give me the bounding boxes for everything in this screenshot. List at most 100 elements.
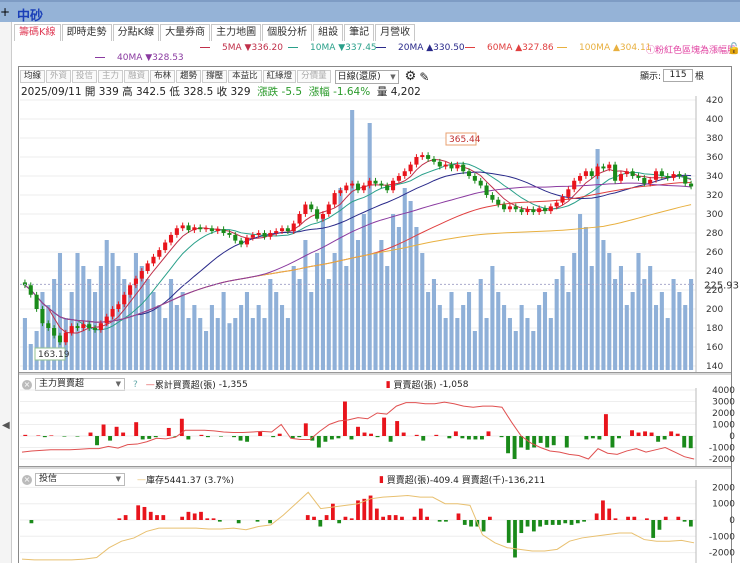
flow-bar	[551, 436, 556, 446]
value-tick: 1000	[712, 500, 735, 510]
candle-body	[583, 171, 588, 176]
flow-bar	[148, 511, 153, 520]
flow-bar	[161, 515, 166, 520]
candle-body	[116, 304, 121, 309]
volume-bar	[244, 292, 250, 370]
chart-canvas[interactable]: 1401601802002202402602803003203403603804…	[0, 0, 740, 563]
flow-bar	[342, 401, 347, 436]
flow-bar	[108, 436, 113, 441]
volume-bar	[81, 266, 86, 370]
flow-bar	[630, 430, 634, 436]
volume-bar	[531, 331, 536, 370]
volume-bar	[560, 266, 565, 370]
volume-bar	[420, 253, 425, 370]
flow-bar	[336, 436, 341, 439]
volume-bar	[291, 266, 296, 370]
flow-bar	[421, 436, 426, 441]
price-tick: 140	[706, 362, 723, 372]
volume-bar	[653, 305, 659, 370]
volume-bar	[209, 305, 214, 370]
flow-bar	[447, 436, 452, 439]
candle-body	[344, 185, 349, 191]
flow-bar	[199, 434, 204, 436]
candle-body	[163, 242, 168, 251]
flow-bar	[488, 516, 492, 520]
candle-body	[385, 185, 390, 191]
volume-bar	[75, 253, 80, 370]
volume-bar	[572, 253, 577, 370]
candle-body	[157, 250, 162, 257]
candle-body	[653, 171, 659, 180]
candle-body	[683, 176, 688, 184]
flow-bar	[147, 436, 152, 439]
candle-body	[572, 180, 577, 190]
value-tick: -2000	[709, 549, 735, 559]
volume-bar	[309, 292, 314, 370]
flow-bar	[519, 520, 524, 534]
flow-bar	[481, 520, 486, 532]
flow-bar	[550, 520, 555, 525]
value-tick: 0	[729, 516, 735, 526]
flow-bar	[675, 433, 680, 436]
candle-body	[531, 209, 536, 213]
flow-bar	[199, 511, 203, 520]
value-tick: 3000	[712, 398, 735, 408]
flow-bar	[297, 436, 302, 438]
value-tick: 1000	[712, 421, 735, 431]
flow-bar	[29, 520, 34, 524]
volume-bar	[297, 279, 302, 370]
candle-body	[233, 234, 238, 241]
flow-bar	[486, 431, 491, 436]
candle-body	[402, 171, 407, 176]
flow-bar	[219, 436, 223, 437]
candle-body	[297, 214, 302, 224]
candle-body	[180, 225, 185, 229]
volume-bar	[163, 318, 168, 370]
flow-bar	[444, 520, 448, 522]
candle-body	[630, 171, 635, 176]
flow-bar	[584, 436, 589, 440]
flow-bar	[349, 436, 354, 440]
flow-bar	[613, 518, 618, 520]
volume-bar	[554, 279, 559, 370]
candle-body	[554, 202, 559, 207]
volume-bar	[689, 279, 694, 370]
candle-body	[426, 155, 431, 159]
flow-bar	[400, 516, 404, 520]
flow-bar	[645, 518, 649, 520]
flow-bar	[277, 433, 282, 436]
flow-bar	[312, 516, 316, 520]
candle-body	[560, 196, 565, 203]
flow-bar	[531, 520, 536, 532]
candle-body	[168, 234, 174, 243]
flow-bar	[343, 516, 348, 520]
volume-bar	[221, 292, 226, 370]
flow-bar	[682, 520, 687, 522]
flow-bar	[101, 424, 106, 436]
candle-body	[507, 206, 512, 210]
flow-bar	[564, 436, 569, 448]
reference-price-label: 225.93	[704, 280, 739, 291]
volume-bar	[642, 279, 647, 370]
candle-body	[326, 204, 331, 214]
price-tick: 260	[706, 248, 723, 258]
flow-bar	[480, 436, 484, 440]
volume-bar	[566, 292, 571, 370]
flow-bar	[362, 432, 367, 436]
candle-body	[461, 164, 466, 172]
flow-bar	[456, 513, 461, 520]
volume-bar	[408, 201, 413, 370]
flow-bar	[453, 431, 458, 436]
flow-bar	[594, 513, 599, 520]
candle-body	[110, 309, 115, 317]
candle-body	[525, 209, 530, 213]
candle-body	[642, 177, 647, 184]
candle-body	[677, 174, 682, 176]
flow-bar	[418, 508, 423, 520]
flow-bar	[412, 516, 417, 520]
flow-bar	[512, 436, 517, 459]
volume-bar	[239, 305, 244, 370]
candle-body	[87, 324, 92, 328]
volume-bar	[256, 305, 261, 370]
candle-body	[145, 263, 150, 271]
